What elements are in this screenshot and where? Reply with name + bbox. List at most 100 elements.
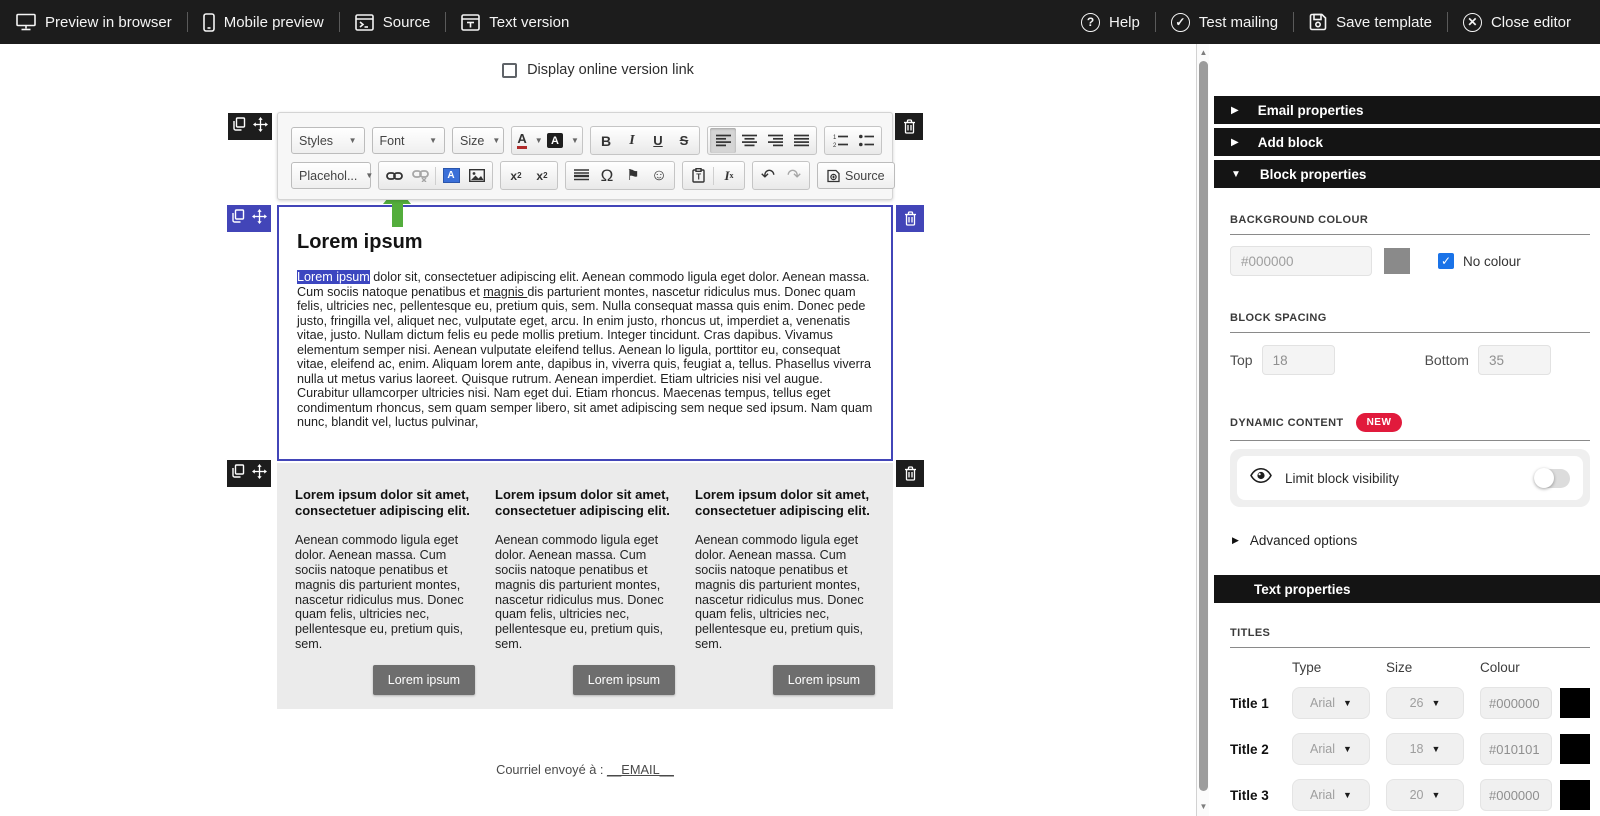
accordion-label: Block properties	[1260, 167, 1367, 182]
divider	[713, 167, 714, 185]
font-combo[interactable]: Font▼	[372, 127, 446, 154]
vertical-scrollbar[interactable]: ▲ ▼	[1196, 44, 1209, 816]
title-2-size-select[interactable]: 18▼	[1386, 733, 1464, 765]
trash-icon	[903, 119, 916, 134]
underline-button[interactable]: U	[645, 128, 671, 153]
subscript-button[interactable]: x2	[503, 163, 529, 188]
align-left-button[interactable]	[710, 128, 736, 153]
toolbar-drag-handle[interactable]	[228, 113, 272, 140]
titles-section: TITLES Type Size Colour Title 1 Arial▼ 2…	[1230, 627, 1590, 811]
move-icon	[252, 209, 267, 229]
source-button[interactable]: Source	[340, 0, 446, 44]
link-button[interactable]	[381, 163, 407, 188]
save-template-button[interactable]: Save template	[1294, 0, 1447, 44]
smiley-button[interactable]: ☺	[646, 163, 672, 188]
text-block-paragraph: Lorem ipsum dolor sit, consectetuer adip…	[297, 270, 873, 430]
column-cta-button[interactable]: Lorem ipsum	[573, 665, 675, 695]
redo-button[interactable]: ↷	[781, 163, 807, 188]
scrollbar-thumb[interactable]	[1199, 61, 1208, 791]
title-3-size-select[interactable]: 20▼	[1386, 779, 1464, 811]
title-1-font-select[interactable]: Arial▼	[1292, 687, 1370, 719]
superscript-button[interactable]: x2	[529, 163, 555, 188]
scroll-up-arrow[interactable]: ▲	[1197, 48, 1210, 57]
title-2-font-select[interactable]: Arial▼	[1292, 733, 1370, 765]
limit-visibility-toggle[interactable]	[1534, 469, 1570, 488]
properties-sidebar: ▶ Email properties ▶ Add block ▼ Block p…	[1214, 44, 1600, 816]
column-1: Lorem ipsum dolor sit amet, consectetuer…	[295, 487, 475, 709]
strikethrough-button[interactable]: S	[671, 128, 697, 153]
text-version-button[interactable]: Text version	[446, 0, 584, 44]
close-editor-button[interactable]: ✕ Close editor	[1448, 0, 1586, 44]
chevron-right-icon: ▶	[1232, 535, 1239, 546]
highlight-text-button[interactable]: A	[438, 163, 464, 188]
test-mailing-button[interactable]: ✓ Test mailing	[1156, 0, 1293, 44]
eye-icon	[1250, 468, 1272, 488]
accordion-email-properties[interactable]: ▶ Email properties	[1214, 96, 1600, 124]
background-colour-input[interactable]	[1230, 246, 1372, 276]
remove-format-button[interactable]: Ix	[716, 163, 742, 188]
justify-button[interactable]	[788, 128, 814, 153]
anchor-flag-button[interactable]: ⚑	[620, 163, 646, 188]
display-online-version-checkbox[interactable]	[502, 63, 517, 78]
column-cta-button[interactable]: Lorem ipsum	[773, 665, 875, 695]
unlink-button[interactable]	[407, 163, 433, 188]
placeholder-combo[interactable]: Placehol...▼	[291, 162, 371, 189]
paste-template-button[interactable]: T	[685, 163, 711, 188]
columns-block-delete-button[interactable]	[896, 460, 924, 487]
columns-block-drag-handle[interactable]	[227, 460, 271, 487]
title-1-colour-swatch[interactable]	[1560, 688, 1590, 718]
section-divider	[1230, 440, 1590, 441]
chevron-down-icon: ▼	[1231, 169, 1241, 180]
text-color-button[interactable]: A▼	[514, 128, 546, 153]
chevron-down-icon: ▼	[1343, 744, 1352, 754]
title-1-size-select[interactable]: 26▼	[1386, 687, 1464, 719]
bold-button[interactable]: B	[593, 128, 619, 153]
footer-email-link[interactable]: __EMAIL__	[607, 762, 674, 777]
title-1-row: Title 1 Arial▼ 26▼ #000000	[1230, 687, 1590, 719]
undo-button[interactable]: ↶	[755, 163, 781, 188]
clipboard-group: T Ix	[682, 161, 745, 190]
title-2-colour-input[interactable]: #010101	[1480, 733, 1552, 765]
horizontal-rule-button[interactable]	[568, 163, 594, 188]
source-toggle-button[interactable]: Source	[817, 162, 895, 189]
accordion-add-block[interactable]: ▶ Add block	[1214, 128, 1600, 156]
toolbar-delete-button[interactable]	[895, 113, 923, 140]
size-combo[interactable]: Size▼	[452, 127, 504, 154]
accordion-block-properties[interactable]: ▼ Block properties	[1214, 160, 1600, 188]
no-colour-checkbox[interactable]: ✓	[1438, 253, 1454, 269]
titles-col-type: Type	[1292, 660, 1386, 675]
styles-combo[interactable]: Styles▼	[291, 127, 365, 154]
mobile-preview-button[interactable]: Mobile preview	[188, 0, 339, 44]
text-block-drag-handle[interactable]	[227, 205, 271, 232]
title-3-colour-swatch[interactable]	[1560, 780, 1590, 810]
background-colour-swatch[interactable]	[1384, 248, 1410, 274]
special-character-button[interactable]: Ω	[594, 163, 620, 188]
accordion-text-properties[interactable]: Text properties	[1214, 575, 1600, 603]
text-block-delete-button[interactable]	[896, 205, 924, 232]
accordion-label: Email properties	[1258, 103, 1364, 118]
column-heading: Lorem ipsum dolor sit amet, consectetuer…	[495, 487, 675, 518]
bulleted-list-button[interactable]	[853, 128, 879, 153]
numbered-list-button[interactable]: 12	[827, 128, 853, 153]
image-button[interactable]	[464, 163, 490, 188]
background-color-button[interactable]: A▼	[546, 128, 580, 153]
title-2-row: Title 2 Arial▼ 18▼ #010101	[1230, 733, 1590, 765]
background-colour-label: BACKGROUND COLOUR	[1230, 214, 1590, 226]
title-3-font-select[interactable]: Arial▼	[1292, 779, 1370, 811]
help-button[interactable]: ? Help	[1079, 0, 1155, 44]
column-cta-button[interactable]: Lorem ipsum	[373, 665, 475, 695]
title-3-colour-input[interactable]: #000000	[1480, 779, 1552, 811]
preview-in-browser-button[interactable]: Preview in browser	[14, 0, 187, 44]
advanced-options-toggle[interactable]: ▶ Advanced options	[1232, 533, 1590, 548]
scroll-down-arrow[interactable]: ▼	[1197, 802, 1210, 811]
align-right-button[interactable]	[762, 128, 788, 153]
text-block-selected[interactable]: Lorem ipsum Lorem ipsum dolor sit, conse…	[277, 205, 893, 461]
duplicate-icon	[232, 209, 245, 228]
three-column-block[interactable]: Lorem ipsum dolor sit amet, consectetuer…	[277, 463, 893, 709]
spacing-top-input[interactable]	[1262, 345, 1335, 375]
spacing-bottom-input[interactable]	[1478, 345, 1551, 375]
align-center-button[interactable]	[736, 128, 762, 153]
italic-button[interactable]: I	[619, 128, 645, 153]
title-2-colour-swatch[interactable]	[1560, 734, 1590, 764]
title-1-colour-input[interactable]: #000000	[1480, 687, 1552, 719]
